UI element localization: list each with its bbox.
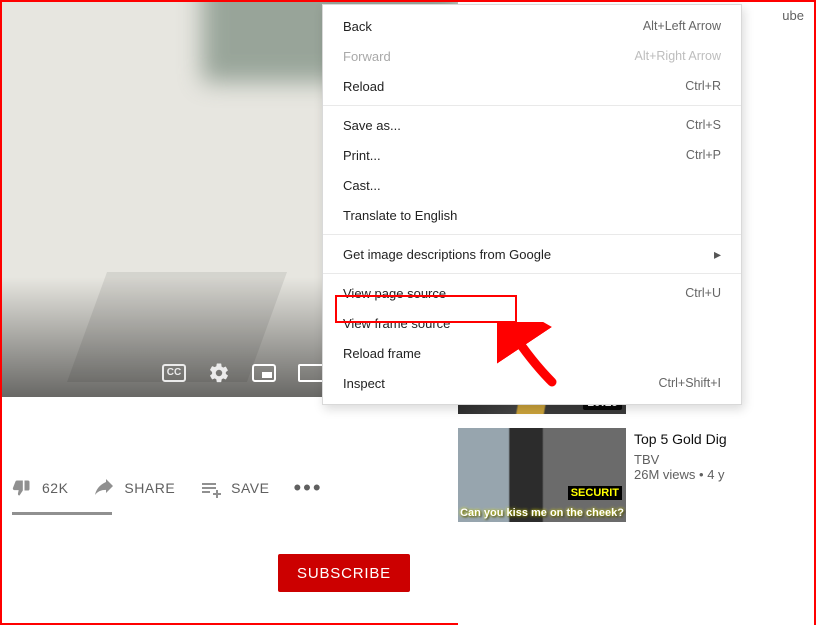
context-menu-item[interactable]: Get image descriptions from Google ▸ [323,239,741,269]
playlist-add-icon [199,477,221,499]
context-menu-separator [323,105,741,106]
context-menu-item[interactable]: Print... Ctrl+P [323,140,741,170]
context-menu-item[interactable]: Reload frame [323,338,741,368]
context-menu-item[interactable]: Back Alt+Left Arrow [323,11,741,41]
rec-stat-b: 4 y [707,467,724,482]
settings-gear-icon[interactable] [208,362,230,384]
dislike-button[interactable]: 62K [12,478,68,498]
context-menu-shortcut: Ctrl+S [686,118,721,132]
context-menu-label: Get image descriptions from Google [343,247,551,262]
context-menu-label: View frame source [343,316,450,331]
rec-title: Top 5 Gold Dig [634,431,727,447]
context-menu-item[interactable]: View page source Ctrl+U [323,278,741,308]
context-menu-label: Back [343,19,372,34]
thumb-caption: Can you kiss me on the cheek? [458,507,626,519]
context-menu-item[interactable]: Translate to English [323,200,741,230]
submenu-arrow-icon: ▸ [714,246,721,263]
more-dots-icon: ••• [293,483,322,493]
context-menu-label: Reload [343,79,384,94]
context-menu-label: Reload frame [343,346,421,361]
subscribe-label: SUBSCRIBE [297,565,391,582]
context-menu-shortcut: Alt+Right Arrow [635,49,722,63]
share-label: SHARE [124,480,175,496]
context-menu-label: View page source [343,286,446,301]
context-menu-shortcut: Ctrl+U [685,286,721,300]
context-menu-item[interactable]: Cast... [323,170,741,200]
subscribe-button[interactable]: SUBSCRIBE [278,554,410,592]
context-menu-label: Save as... [343,118,401,133]
context-menu-item[interactable]: Reload Ctrl+R [323,71,741,101]
thumbnail[interactable]: SECURIT Can you kiss me on the cheek? [458,428,626,522]
thumb-down-icon [12,478,32,498]
miniplayer-icon[interactable] [252,364,276,382]
context-menu-separator [323,273,741,274]
rec-stat-a: 26M views [634,467,695,482]
context-menu-label: Cast... [343,178,381,193]
cutoff-text: ube [782,8,804,23]
context-menu-label: Forward [343,49,391,64]
video-actions: 62K SHARE SAVE ••• [12,477,323,499]
recommendation-item[interactable]: SECURIT Can you kiss me on the cheek? To… [458,424,814,526]
rec-channel: TBV [634,452,659,467]
context-menu-item[interactable]: View frame source [323,308,741,338]
cc-icon[interactable]: CC [162,364,186,382]
cc-label: CC [162,364,186,382]
app-root: CC 62K SHARE SAVE [0,0,816,625]
more-actions-button[interactable]: ••• [293,483,322,493]
context-menu-shortcut: Ctrl+R [685,79,721,93]
context-menu-item[interactable]: Inspect Ctrl+Shift+I [323,368,741,398]
share-button[interactable]: SHARE [92,477,175,499]
context-menu-label: Translate to English [343,208,457,223]
context-menu-shortcut: Ctrl+Shift+I [658,376,721,390]
save-button[interactable]: SAVE [199,477,269,499]
context-menu-item[interactable]: Save as... Ctrl+S [323,110,741,140]
context-menu-item: Forward Alt+Right Arrow [323,41,741,71]
context-menu-shortcut: Ctrl+P [686,148,721,162]
dislike-count: 62K [42,480,68,496]
save-label: SAVE [231,480,269,496]
context-menu-label: Inspect [343,376,385,391]
share-arrow-icon [92,477,114,499]
context-menu-separator [323,234,741,235]
browser-context-menu: Back Alt+Left Arrow Forward Alt+Right Arrow… [322,4,742,405]
context-menu-shortcut: Alt+Left Arrow [643,19,721,33]
security-tag: SECURIT [568,486,622,500]
action-underline [12,512,112,515]
context-menu-label: Print... [343,148,381,163]
